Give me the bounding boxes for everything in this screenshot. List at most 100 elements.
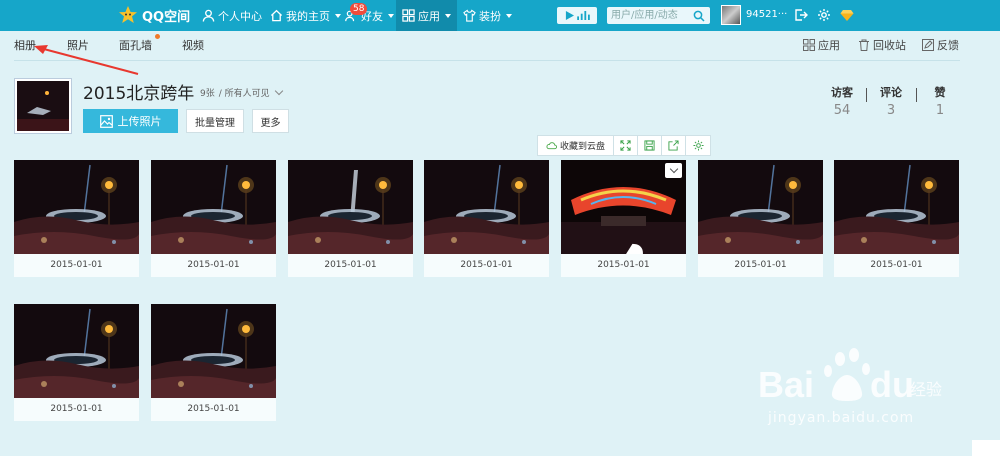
caret-down-icon <box>388 13 394 18</box>
play-icon[interactable] <box>565 11 574 20</box>
save-to-cloud-button[interactable]: 收藏到云盘 <box>538 136 614 155</box>
nav-label: 个人中心 <box>218 9 262 23</box>
tab-videos[interactable]: 视频 <box>182 37 204 53</box>
subnav-divider <box>14 60 960 61</box>
photo-thumbnail[interactable] <box>698 160 823 254</box>
gear-icon[interactable] <box>817 8 831 22</box>
qzone-logo[interactable]: QQ空间 <box>118 4 190 26</box>
apps-grid-icon <box>803 39 815 51</box>
photo-image <box>834 160 959 254</box>
photo-date: 2015-01-01 <box>288 254 413 277</box>
username[interactable]: 94521··· <box>746 9 787 20</box>
subnav-recycle-bin[interactable]: 回收站 <box>858 37 906 53</box>
svg-text:du: du <box>870 364 914 405</box>
subnav-apps[interactable]: 应用 <box>803 37 840 53</box>
watermark-url: jingyan.baidu.com <box>768 410 915 426</box>
photo-thumbnail[interactable] <box>151 160 276 254</box>
photo-image <box>424 160 549 254</box>
diamond-vip-icon[interactable] <box>840 8 854 22</box>
chevron-down-icon[interactable] <box>274 86 283 96</box>
photo-image <box>14 160 139 254</box>
user-avatar[interactable] <box>721 5 741 25</box>
photo-image <box>151 304 276 398</box>
save-to-cloud-label: 收藏到云盘 <box>559 142 605 152</box>
batch-manage-button[interactable]: 批量管理 <box>186 109 244 133</box>
photo-hover-actions <box>566 236 686 254</box>
photo-image <box>151 160 276 254</box>
photo-item[interactable]: 2015-01-01 <box>151 304 276 421</box>
photo-thumbnail[interactable] <box>834 160 959 254</box>
annotation-arrow <box>34 45 139 75</box>
music-player[interactable] <box>557 7 597 24</box>
album-meta: 9张 / 所有人可见 <box>200 86 283 99</box>
person-icon <box>202 9 215 22</box>
photo-item[interactable]: 2015-01-01 <box>561 160 686 277</box>
save-disk-icon <box>644 140 655 151</box>
subnav-recycle-label: 回收站 <box>873 39 906 52</box>
photo-thumbnail[interactable] <box>561 160 686 254</box>
album-cover[interactable] <box>14 78 72 134</box>
visibility-setting[interactable]: / 所有人可见 <box>219 86 270 99</box>
subnav-apps-label: 应用 <box>818 39 840 52</box>
more-button[interactable]: 更多 <box>252 109 289 133</box>
photo-thumbnail[interactable] <box>151 304 276 398</box>
upload-label: 上传照片 <box>117 115 162 128</box>
stat-comments[interactable]: 评论 3 <box>875 84 907 118</box>
stat-likes[interactable]: 赞 1 <box>928 84 952 118</box>
nav-personal-center[interactable]: 个人中心 <box>202 0 262 31</box>
stat-value: 3 <box>886 103 896 118</box>
nav-decorate[interactable]: 装扮 <box>463 0 512 31</box>
caret-down-icon <box>445 13 451 18</box>
photo-item[interactable]: 2015-01-01 <box>14 160 139 277</box>
svg-text:Bai: Bai <box>758 364 814 405</box>
photo-item[interactable]: 2015-01-01 <box>151 160 276 277</box>
photo-item[interactable]: 2015-01-01 <box>424 160 549 277</box>
subnav-feedback[interactable]: 反馈 <box>922 37 959 53</box>
settings-button[interactable] <box>686 136 710 155</box>
photo-image <box>288 160 413 254</box>
nav-apps[interactable]: 应用 <box>396 0 457 31</box>
album-cover-image <box>17 81 69 131</box>
stat-visitors[interactable]: 访客 54 <box>826 84 858 118</box>
photo-item[interactable]: 2015-01-01 <box>698 160 823 277</box>
photo-item[interactable]: 2015-01-01 <box>834 160 959 277</box>
stat-separator <box>866 88 867 102</box>
share-button[interactable] <box>662 136 686 155</box>
nav-my-homepage[interactable]: 我的主页 <box>270 0 341 31</box>
photo-date: 2015-01-01 <box>561 254 686 277</box>
photo-date: 2015-01-01 <box>14 254 139 277</box>
baidu-watermark-logo: Bai du 经验 <box>758 348 942 405</box>
photo-thumbnail[interactable] <box>424 160 549 254</box>
stat-value: 54 <box>833 103 851 118</box>
edit-feedback-icon <box>922 39 934 51</box>
search-input[interactable] <box>607 7 693 24</box>
friends-badge: 58 <box>350 3 368 15</box>
corner-widget[interactable] <box>972 440 1000 456</box>
nav-label: 装扮 <box>479 9 501 23</box>
photo-image <box>14 304 139 398</box>
photo-date: 2015-01-01 <box>698 254 823 277</box>
photo-thumbnail[interactable] <box>14 160 139 254</box>
photo-item[interactable]: 2015-01-01 <box>14 304 139 421</box>
search-icon[interactable] <box>693 10 705 22</box>
subnav-feedback-label: 反馈 <box>937 39 959 52</box>
photo-item[interactable]: 2015-01-01 <box>288 160 413 277</box>
album-title: 2015北京跨年 <box>83 84 195 104</box>
nav-label: 我的主页 <box>286 9 330 23</box>
photo-thumbnail[interactable] <box>14 304 139 398</box>
gear-icon <box>692 140 704 151</box>
svg-text:经验: 经验 <box>910 380 942 399</box>
chevron-down-icon <box>669 164 678 174</box>
fullscreen-button[interactable] <box>614 136 638 155</box>
like-thumb-icon[interactable] <box>566 236 686 254</box>
logout-icon[interactable] <box>794 8 808 22</box>
save-photo-button[interactable] <box>638 136 662 155</box>
stat-label: 评论 <box>880 86 902 99</box>
upload-photos-button[interactable]: 上传照片 <box>83 109 178 133</box>
share-icon <box>668 140 679 151</box>
photo-menu-button[interactable] <box>665 163 682 178</box>
image-upload-icon <box>99 114 113 128</box>
photo-thumbnail[interactable] <box>288 160 413 254</box>
stat-value: 1 <box>935 103 945 118</box>
stat-separator <box>916 88 917 102</box>
